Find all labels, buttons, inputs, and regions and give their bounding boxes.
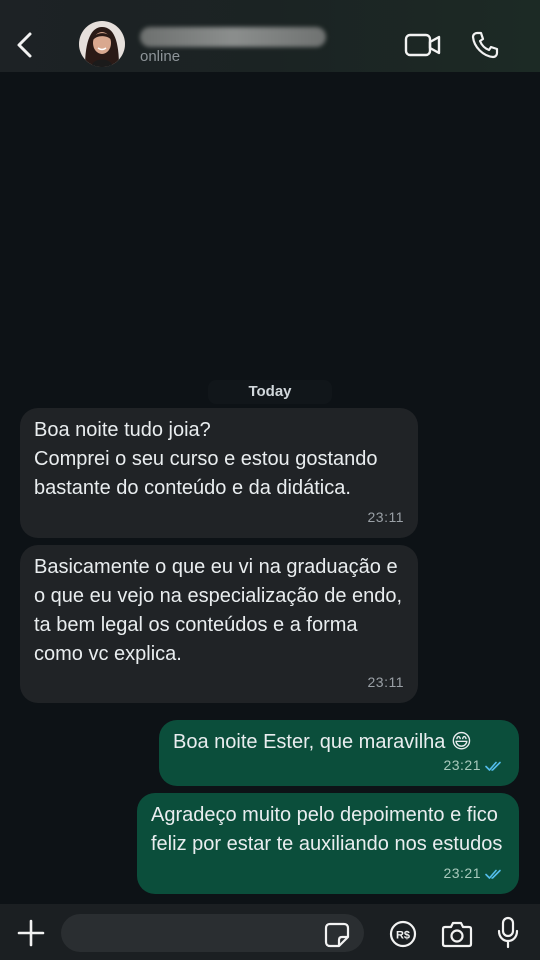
- contact-photo: [79, 21, 125, 67]
- message-bubble-outgoing[interactable]: Boa noite Ester, que maravilha 😄 23:21: [159, 720, 519, 786]
- message-timestamp: 23:21: [443, 757, 481, 773]
- sticker-icon: [324, 922, 350, 948]
- read-ticks-icon: [485, 869, 501, 879]
- chevron-left-icon: [17, 32, 32, 58]
- message-text: Boa noite tudo joia? Comprei o seu curso…: [34, 419, 378, 499]
- message-bubble-incoming[interactable]: Basicamente o que eu vi na graduação e o…: [20, 545, 418, 703]
- message-timestamp: 23:11: [367, 509, 404, 525]
- message-time: 23:21: [443, 751, 505, 780]
- pix-icon: R$: [389, 920, 417, 948]
- message-bubble-incoming[interactable]: Boa noite tudo joia? Comprei o seu curso…: [20, 408, 418, 538]
- camera-button[interactable]: [441, 920, 473, 948]
- message-text: Basicamente o que eu vi na graduação e o…: [34, 556, 403, 665]
- payment-button[interactable]: R$: [389, 920, 417, 948]
- microphone-icon: [497, 916, 519, 949]
- sticker-button[interactable]: [324, 922, 350, 948]
- message-input[interactable]: [61, 914, 364, 952]
- voice-call-button[interactable]: [470, 30, 500, 60]
- avatar[interactable]: [79, 21, 125, 67]
- phone-icon: [471, 31, 499, 59]
- message-time: 23:21: [443, 859, 505, 888]
- contact-name-blurred[interactable]: [140, 27, 326, 47]
- voice-message-button[interactable]: [496, 916, 520, 950]
- message-bubble-outgoing[interactable]: Agradeço muito pelo depoimento e fico fe…: [137, 793, 519, 894]
- video-call-button[interactable]: [404, 31, 442, 59]
- chat-header: online: [0, 0, 540, 72]
- video-camera-icon: [404, 33, 441, 57]
- read-ticks-icon: [485, 761, 501, 771]
- contact-status: online: [140, 48, 181, 65]
- message-timestamp: 23:11: [367, 674, 404, 690]
- message-time: 23:11: [368, 668, 405, 697]
- message-time: 23:11: [368, 503, 405, 532]
- attach-button[interactable]: [16, 918, 46, 948]
- back-button[interactable]: [12, 30, 40, 60]
- pix-label: R$: [396, 930, 410, 942]
- plus-icon: [17, 919, 45, 947]
- message-text: Agradeço muito pelo depoimento e fico fe…: [151, 804, 503, 855]
- camera-icon: [441, 921, 473, 948]
- message-timestamp: 23:21: [443, 865, 481, 881]
- day-separator: Today: [208, 380, 332, 404]
- composer-bar: R$: [0, 904, 540, 960]
